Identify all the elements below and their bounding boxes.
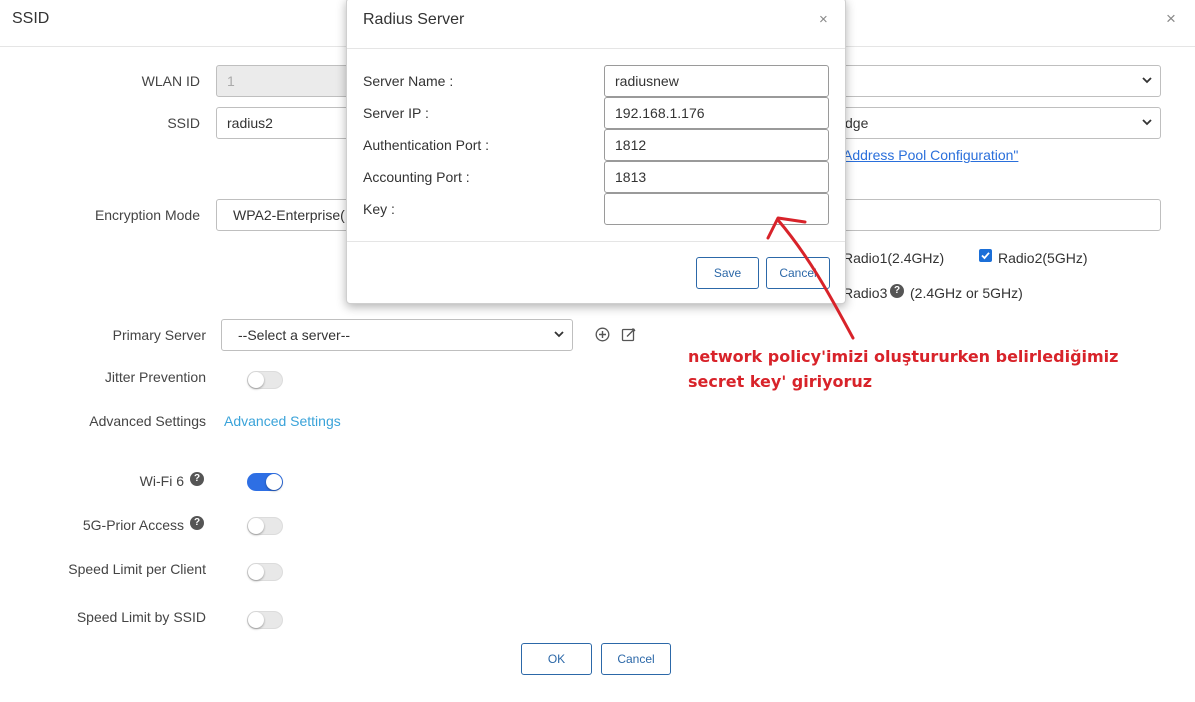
encryption-mode-label: Encryption Mode — [94, 207, 200, 223]
key-label: Key : — [363, 201, 395, 217]
primary-server-label: Primary Server — [112, 327, 206, 343]
advanced-settings-link[interactable]: Advanced Settings — [224, 413, 341, 429]
acct-port-input[interactable]: 1813 — [604, 161, 829, 193]
annotation-line-2: secret key' giriyoruz — [688, 372, 873, 391]
auth-port-label: Authentication Port : — [363, 137, 490, 153]
wlan-id-input: 1 — [216, 65, 356, 97]
5g-prior-access-toggle[interactable] — [247, 517, 283, 535]
radio2-checkbox[interactable] — [979, 249, 992, 262]
speed-limit-client-label: Speed Limit per Client — [68, 561, 206, 577]
cancel-button[interactable]: Cancel — [601, 643, 671, 675]
modal-cancel-button[interactable]: Cancel — [766, 257, 830, 289]
modal-title: Radius Server — [363, 11, 465, 28]
speed-limit-ssid-toggle[interactable] — [247, 611, 283, 629]
wifi6-label: Wi-Fi 6 — [139, 473, 184, 489]
speed-limit-ssid-label: Speed Limit by SSID — [76, 609, 206, 625]
ssid-input[interactable]: radius2 — [216, 107, 356, 139]
help-icon[interactable]: ? — [890, 284, 904, 298]
radio3-label: Radio3 — [843, 285, 888, 301]
primary-server-value: --Select a server-- — [238, 327, 351, 343]
radio3-note: (2.4GHz or 5GHz) — [910, 285, 1023, 301]
dialog-title: SSID — [12, 10, 50, 27]
key-input[interactable] — [604, 193, 829, 225]
advanced-settings-label: Advanced Settings — [89, 413, 206, 429]
radius-server-modal: Radius Server × Server Name : radiusnew … — [346, 0, 846, 304]
server-ip-input[interactable]: 192.168.1.176 — [604, 97, 829, 129]
right-select-2[interactable]: dge — [826, 107, 1161, 139]
wifi6-toggle[interactable] — [247, 473, 283, 491]
save-button[interactable]: Save — [696, 257, 759, 289]
auth-port-input[interactable]: 1812 — [604, 129, 829, 161]
right-select-1[interactable] — [826, 65, 1161, 97]
jitter-prevention-toggle[interactable] — [247, 371, 283, 389]
edit-server-icon[interactable] — [621, 327, 636, 342]
add-server-icon[interactable] — [595, 327, 610, 342]
address-pool-link[interactable]: Address Pool Configuration" — [843, 147, 1018, 163]
radio1-label: Radio1(2.4GHz) — [843, 250, 945, 266]
checkmark-icon — [981, 252, 990, 260]
jitter-prevention-label: Jitter Prevention — [104, 369, 206, 385]
modal-close-icon[interactable]: × — [819, 11, 828, 28]
dialog-close-icon[interactable]: × — [1166, 9, 1176, 29]
5g-prior-access-label: 5G-Prior Access — [82, 517, 184, 533]
annotation-line-1: network policy'imizi oluştururken belirl… — [688, 347, 1119, 366]
acct-port-label: Accounting Port : — [363, 169, 470, 185]
chevron-down-icon — [1142, 77, 1152, 84]
help-icon[interactable]: ? — [190, 472, 204, 486]
ok-button[interactable]: OK — [521, 643, 592, 675]
server-name-label: Server Name : — [363, 73, 454, 89]
right-select-2-value: dge — [845, 115, 869, 131]
primary-server-select[interactable]: --Select a server-- — [221, 319, 573, 351]
annotation-text: network policy'imizi oluştururken belirl… — [688, 344, 1118, 394]
speed-limit-client-toggle[interactable] — [247, 563, 283, 581]
chevron-down-icon — [1142, 119, 1152, 126]
ssid-label: SSID — [167, 115, 200, 131]
server-name-input[interactable]: radiusnew — [604, 65, 829, 97]
chevron-down-icon — [554, 331, 564, 338]
divider — [347, 48, 845, 49]
help-icon[interactable]: ? — [190, 516, 204, 530]
wlan-id-label: WLAN ID — [141, 73, 200, 89]
radio2-label: Radio2(5GHz) — [998, 250, 1088, 266]
divider — [347, 241, 845, 242]
server-ip-label: Server IP : — [363, 105, 429, 121]
